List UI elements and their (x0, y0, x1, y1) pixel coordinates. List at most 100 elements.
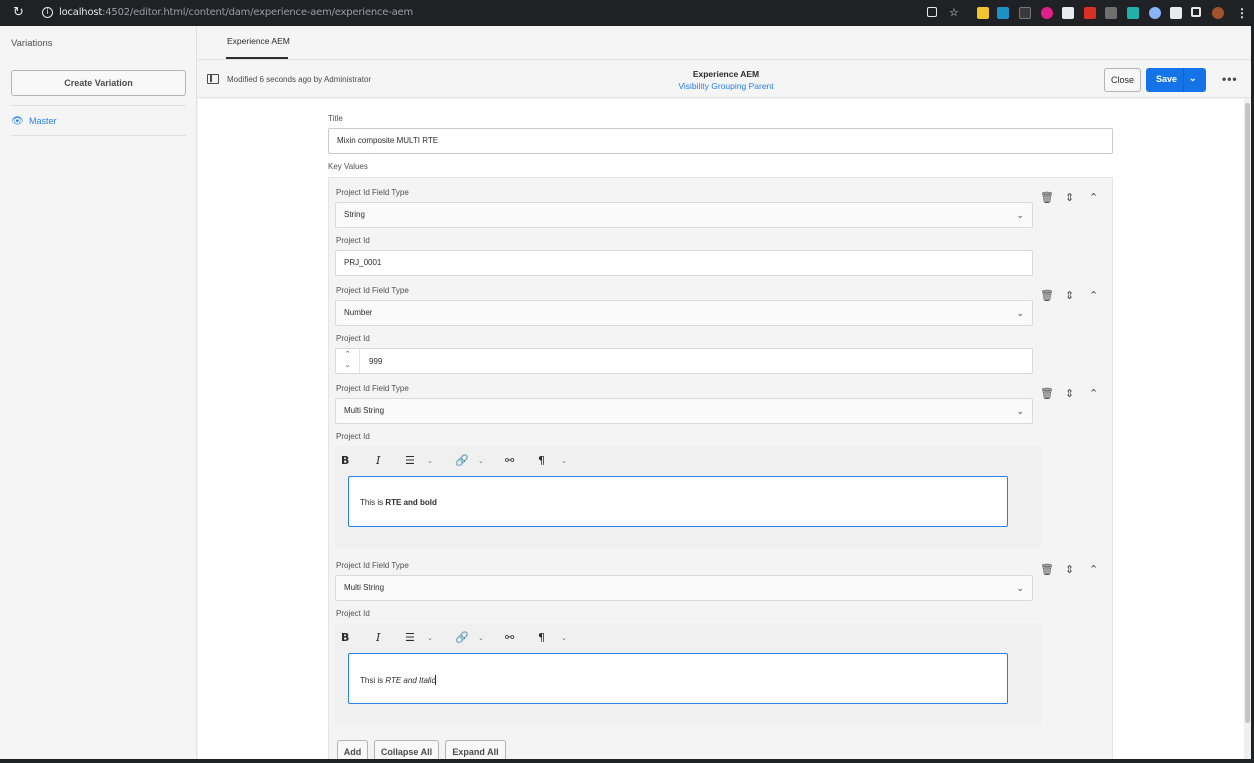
add-button[interactable]: Add (337, 740, 368, 759)
more-options-icon[interactable]: ••• (1222, 72, 1238, 86)
chevron-down-icon[interactable]: ⌄ (1189, 73, 1197, 84)
fragment-model-link[interactable]: Visibility Grouping Parent (658, 81, 794, 91)
project-id-label: Project Id (336, 334, 370, 343)
tab-experience-aem[interactable]: Experience AEM (227, 36, 290, 46)
bold-icon[interactable]: B (341, 454, 349, 467)
extensions-puzzle-icon[interactable] (1170, 7, 1182, 19)
delete-icon[interactable]: 🗑 (1040, 563, 1054, 577)
paragraph-icon[interactable]: ¶ (538, 631, 545, 644)
delete-icon[interactable]: 🗑 (1040, 289, 1054, 303)
rte-bold-text: RTE and bold (385, 498, 437, 507)
bold-icon[interactable]: B (341, 631, 349, 644)
item-controls: 🗑 ⇕ ⌃ (1040, 563, 1104, 577)
field-type-select[interactable]: Multi String ⌄ (335, 398, 1033, 424)
editor-header: Experience AEM Modified 6 seconds ago by… (198, 26, 1251, 98)
extension-icon[interactable] (1062, 7, 1074, 19)
scrollbar-thumb[interactable] (1245, 103, 1250, 723)
project-id-label: Project Id (336, 236, 370, 245)
extension-icon[interactable] (997, 7, 1009, 19)
link-icon[interactable]: 🔗 (455, 454, 469, 467)
extension-icon[interactable] (1127, 7, 1139, 19)
divider (11, 135, 186, 136)
share-icon[interactable] (927, 7, 937, 17)
project-id-number-input[interactable]: ⌃ ⌄ 999 (335, 348, 1033, 374)
scrollbar[interactable] (1244, 99, 1251, 759)
collapse-icon[interactable]: ⌃ (1089, 191, 1098, 205)
field-type-select[interactable]: Number ⌄ (335, 300, 1033, 326)
sidebar-title: Variations (11, 38, 53, 49)
unlink-icon[interactable]: ⚯ (505, 454, 514, 467)
field-type-select[interactable]: String ⌄ (335, 202, 1033, 228)
address-bar[interactable]: localhost:4502/editor.html/content/dam/e… (59, 7, 413, 18)
extension-icon[interactable] (1019, 7, 1031, 19)
decrement-icon[interactable]: ⌄ (336, 360, 359, 371)
list-icon[interactable]: ☰ (405, 631, 415, 644)
browser-menu-icon[interactable]: ⋮ (1236, 7, 1248, 19)
collapse-icon[interactable]: ⌃ (1089, 387, 1098, 401)
chevron-down-icon[interactable]: ⌄ (478, 634, 484, 642)
profile-avatar[interactable] (1212, 7, 1224, 19)
variation-item-master[interactable]: 👁 Master (11, 116, 57, 127)
field-type-select[interactable]: Multi String ⌄ (335, 575, 1033, 601)
project-id-input[interactable]: PRJ_0001 (335, 250, 1033, 276)
rich-text-editor: B I ☰ ⌄ 🔗 ⌄ ⚯ ¶ ⌄ Thsi is RTE and Italic (335, 623, 1041, 725)
expand-all-button[interactable]: Expand All (445, 740, 506, 759)
extension-icon[interactable] (977, 7, 989, 19)
chevron-down-icon[interactable]: ⌄ (427, 634, 433, 642)
italic-icon[interactable]: I (376, 631, 380, 644)
bookmark-star-icon[interactable]: ☆ (949, 7, 961, 19)
fragment-title-block: Experience AEM Visibility Grouping Paren… (658, 69, 794, 91)
variation-label: Master (29, 116, 57, 126)
chevron-down-icon[interactable]: ⌄ (561, 634, 567, 642)
paragraph-icon[interactable]: ¶ (538, 454, 545, 467)
link-icon[interactable]: 🔗 (455, 631, 469, 644)
collapse-icon[interactable]: ⌃ (1089, 289, 1098, 303)
chevron-down-icon[interactable]: ⌄ (561, 457, 567, 465)
select-value: Multi String (344, 583, 385, 592)
reorder-icon[interactable]: ⇕ (1065, 289, 1074, 303)
site-info-icon[interactable]: i (42, 7, 53, 18)
create-variation-button[interactable]: Create Variation (11, 70, 186, 96)
unlink-icon[interactable]: ⚯ (505, 631, 514, 644)
eye-icon: 👁 (11, 116, 24, 127)
select-value: Multi String (344, 406, 385, 415)
list-icon[interactable]: ☰ (405, 454, 415, 467)
reorder-icon[interactable]: ⇕ (1065, 563, 1074, 577)
extension-icon[interactable] (1105, 7, 1117, 19)
delete-icon[interactable]: 🗑 (1040, 387, 1054, 401)
reload-icon[interactable]: ↻ (13, 5, 24, 20)
item-controls: 🗑 ⇕ ⌃ (1040, 387, 1104, 401)
extension-icon[interactable] (1149, 7, 1161, 19)
extension-icon[interactable] (1084, 7, 1096, 19)
reorder-icon[interactable]: ⇕ (1065, 387, 1074, 401)
chevron-down-icon: ⌄ (1016, 308, 1024, 318)
toggle-sidebar-icon[interactable] (207, 74, 219, 84)
collapse-icon[interactable]: ⌃ (1089, 563, 1098, 577)
collapse-all-button[interactable]: Collapse All (374, 740, 439, 759)
increment-icon[interactable]: ⌃ (336, 349, 359, 360)
rte-content-area[interactable]: This is RTE and bold (348, 476, 1008, 527)
chevron-down-icon[interactable]: ⌄ (478, 457, 484, 465)
project-id-label: Project Id (336, 432, 370, 441)
field-type-label: Project Id Field Type (336, 286, 409, 295)
modified-status: Modified 6 seconds ago by Administrator (227, 75, 372, 84)
title-input[interactable]: Mixin composite MULTI RTE (328, 128, 1113, 154)
number-value: 999 (369, 357, 383, 366)
url-path: :4502/editor.html/content/dam/experience… (102, 7, 414, 18)
item-controls: 🗑 ⇕ ⌃ (1040, 191, 1104, 205)
aem-content-fragment-editor: Variations Create Variation 👁 Master Expe… (0, 26, 1251, 759)
reorder-icon[interactable]: ⇕ (1065, 191, 1074, 205)
variations-sidebar: Variations Create Variation 👁 Master (0, 26, 197, 759)
save-button[interactable]: Save ⌄ (1146, 68, 1206, 92)
rte-content-area[interactable]: Thsi is RTE and Italic (348, 653, 1008, 704)
rte-toolbar: B I ☰ ⌄ 🔗 ⌄ ⚯ ¶ ⌄ (335, 446, 1041, 476)
number-stepper[interactable]: ⌃ ⌄ (336, 349, 360, 373)
extension-icon[interactable] (1041, 7, 1053, 19)
fragment-title: Experience AEM (692, 69, 760, 79)
italic-icon[interactable]: I (376, 454, 380, 467)
close-button[interactable]: Close (1104, 68, 1141, 92)
side-panel-icon[interactable] (1191, 7, 1201, 17)
rich-text-editor: B I ☰ ⌄ 🔗 ⌄ ⚯ ¶ ⌄ This is RTE and bold (335, 446, 1041, 548)
delete-icon[interactable]: 🗑 (1040, 191, 1054, 205)
chevron-down-icon[interactable]: ⌄ (427, 457, 433, 465)
